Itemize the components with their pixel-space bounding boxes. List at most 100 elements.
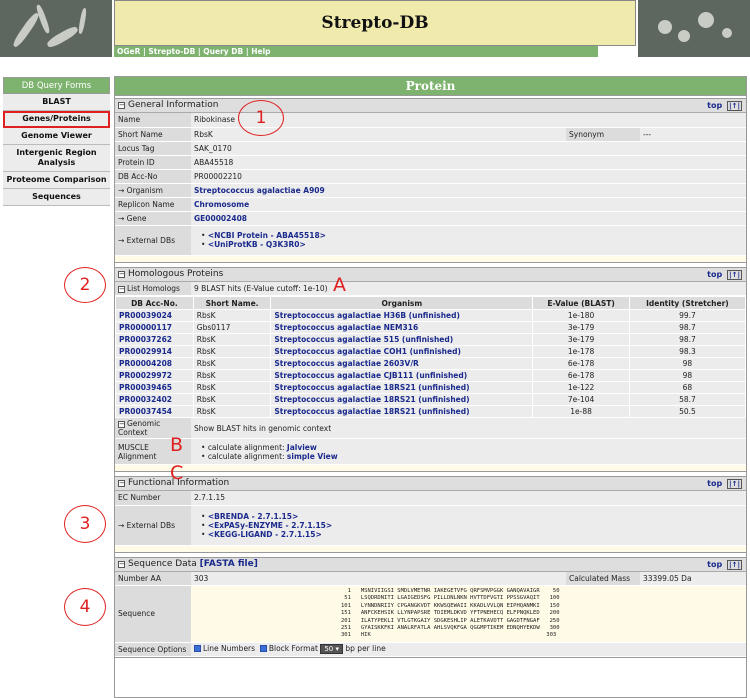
homolog-organism-link[interactable]: Streptococcus agalactiae NEM316 (274, 323, 418, 332)
homolog-identity: 98.7 (679, 335, 696, 344)
annotation-circle-3: 3 (64, 505, 106, 543)
table-cell: RbsK (192, 369, 272, 382)
top-nav: OGeR | Strepto-DB | Query DB | Help (114, 46, 598, 57)
homolog-organism-link[interactable]: Streptococcus agalactiae H36B (unfinishe… (274, 311, 460, 320)
page-title: Protein (115, 77, 746, 96)
homolog-evalue: 1e-122 (567, 383, 595, 392)
uniprot-link[interactable]: <UniProtKB - Q3K3R0> (208, 240, 306, 249)
homolog-acc-link[interactable]: PR00029914 (119, 347, 172, 356)
table-cell: 98.7 (628, 333, 747, 346)
homolog-acc-link[interactable]: PR00004208 (119, 359, 172, 368)
collapse-icon[interactable]: − (118, 102, 125, 109)
homolog-organism-link[interactable]: Streptococcus agalactiae COH1 (unfinishe… (274, 347, 461, 356)
general-info-table: Name Ribokinase Short Name RbsK Synonym --- … (115, 113, 746, 256)
nav-link-strepto-db[interactable]: Strepto-DB (148, 47, 195, 56)
homolog-identity: 68 (682, 383, 693, 392)
table-cell: 98.3 (628, 345, 747, 358)
sidebar-item-proteome-comparison[interactable]: Proteome Comparison (3, 172, 110, 189)
fasta-file-link[interactable]: [FASTA file] (200, 559, 258, 569)
collapse-icon[interactable]: − (118, 270, 125, 278)
homolog-organism-link[interactable]: Streptococcus agalactiae 18RS21 (unfinis… (274, 395, 469, 404)
homolog-short-name: RbsK (196, 311, 216, 320)
sidebar-item-genes-proteins[interactable]: Genes/Proteins (3, 111, 110, 128)
simple-view-link[interactable]: simple View (287, 452, 338, 461)
homolog-evalue: 3e-179 (567, 335, 595, 344)
expand-icon[interactable]: − (118, 421, 125, 428)
homolog-acc-link[interactable]: PR00039024 (119, 311, 172, 320)
sequence-line: 251 GYAISKKFKI ANALRFATLA AHLSVQKFGA QGG… (341, 625, 560, 632)
top-link[interactable]: top |↑| (707, 558, 742, 571)
homolog-identity: 98.3 (679, 347, 696, 356)
homolog-short-name: Gbs0117 (196, 323, 231, 332)
table-cell: RbsK (192, 393, 272, 406)
bp-per-line-select[interactable]: 50 ▾ (320, 644, 344, 655)
homolog-short-name: RbsK (196, 335, 216, 344)
homologous-proteins-header[interactable]: − Homologous Proteins top |↑| (115, 267, 746, 282)
functional-information-header[interactable]: − Functional Information top |↑| (115, 477, 746, 491)
table-cell: Streptococcus agalactiae H36B (unfinishe… (270, 309, 534, 322)
homologs-table: DB Acc-No. Short Name. Organism E-Value (BL… (115, 296, 747, 418)
homolog-acc-link[interactable]: PR00037454 (119, 407, 172, 416)
homolog-acc-link[interactable]: PR00037262 (119, 335, 172, 344)
sequence-line: 1 MSNIVIIGSI SMDLVMETNR IAKEGETVFG QRFSM… (341, 588, 560, 594)
kegg-link[interactable]: <KEGG-LIGAND - 2.7.1.15> (208, 530, 322, 539)
ec-number: 2.7.1.15 (191, 491, 746, 506)
general-information-header[interactable]: − General Information top |↑| (115, 99, 746, 113)
homolog-organism-link[interactable]: Streptococcus agalactiae CJB111 (unfinis… (274, 371, 467, 380)
line-numbers-checkbox[interactable] (194, 645, 201, 653)
gene-link[interactable]: GE00002408 (194, 214, 247, 223)
sequence-data-section: − Sequence Data [FASTA file] top |↑| Numb… (115, 556, 746, 658)
block-format-checkbox[interactable] (259, 645, 267, 653)
table-cell: 68 (628, 381, 747, 394)
homolog-identity: 58.7 (679, 395, 696, 404)
replicon-link[interactable]: Chromosome (194, 200, 249, 209)
homolog-organism-link[interactable]: Streptococcus agalactiae 515 (unfinished… (274, 335, 453, 344)
ncbi-protein-link[interactable]: <NCBI Protein - ABA45518> (208, 231, 326, 240)
expasy-link[interactable]: <ExPASy-ENZYME - 2.7.1.15> (208, 521, 332, 530)
table-cell: Streptococcus agalactiae COH1 (unfinishe… (270, 345, 534, 358)
homolog-identity: 99.7 (679, 311, 696, 320)
nav-link-oger[interactable]: OGeR (117, 47, 140, 56)
table-cell: 58.7 (628, 393, 747, 406)
section-title: Homologous Proteins (128, 268, 224, 279)
top-link[interactable]: top |↑| (707, 477, 742, 490)
sidebar-item-genome-viewer[interactable]: Genome Viewer (3, 128, 110, 145)
table-cell: Gbs0117 (192, 321, 272, 334)
homolog-short-name: RbsK (196, 359, 216, 368)
collapse-icon[interactable]: − (118, 480, 125, 487)
sidebar: DB Query Forms BLAST Genes/Proteins Geno… (3, 77, 110, 206)
homolog-acc-link[interactable]: PR00032402 (119, 395, 172, 404)
table-cell: RbsK (192, 381, 272, 394)
top-link[interactable]: top |↑| (707, 268, 742, 281)
nav-link-query-db[interactable]: Query DB (203, 47, 243, 56)
nav-link-help[interactable]: Help (251, 47, 270, 56)
table-cell: PR00037454 (115, 405, 194, 418)
calculated-mass: 33399.05 Da (640, 571, 746, 586)
homologs-count: 9 BLAST hits (E-Value cutoff: 1e-10) (191, 281, 746, 296)
collapse-icon[interactable]: − (118, 560, 125, 568)
brenda-link[interactable]: <BRENDA - 2.7.1.15> (208, 512, 298, 521)
sequence-data-header[interactable]: − Sequence Data [FASTA file] top |↑| (115, 557, 746, 572)
top-link[interactable]: top |↑| (707, 99, 742, 112)
table-cell: 3e-179 (532, 333, 630, 346)
annotation-letter-b: B (170, 434, 184, 456)
synonym: --- (640, 127, 746, 142)
homolog-organism-link[interactable]: Streptococcus agalactiae 18RS21 (unfinis… (274, 407, 469, 416)
table-cell: 7e-104 (532, 393, 630, 406)
homolog-acc-link[interactable]: PR00000117 (119, 323, 172, 332)
table-cell: Streptococcus agalactiae 18RS21 (unfinis… (270, 381, 534, 394)
homolog-organism-link[interactable]: Streptococcus agalactiae 18RS21 (unfinis… (274, 383, 469, 392)
homolog-organism-link[interactable]: Streptococcus agalactiae 2603V/R (274, 359, 418, 368)
sidebar-item-sequences[interactable]: Sequences (3, 189, 110, 206)
collapse-icon[interactable]: − (118, 285, 125, 293)
homolog-acc-link[interactable]: PR00039465 (119, 383, 172, 392)
arrow-up-icon: |↑| (727, 101, 742, 111)
organism-link[interactable]: Streptococcus agalactiae A909 (194, 186, 325, 195)
jalview-link[interactable]: Jalview (287, 443, 317, 452)
sidebar-item-intergenic-region[interactable]: Intergenic Region Analysis (3, 145, 110, 172)
homolog-acc-link[interactable]: PR00029972 (119, 371, 172, 380)
table-cell: 3e-179 (532, 321, 630, 334)
table-cell: PR00039465 (115, 381, 194, 394)
sidebar-item-blast[interactable]: BLAST (3, 94, 110, 111)
table-cell: 98 (628, 369, 747, 382)
